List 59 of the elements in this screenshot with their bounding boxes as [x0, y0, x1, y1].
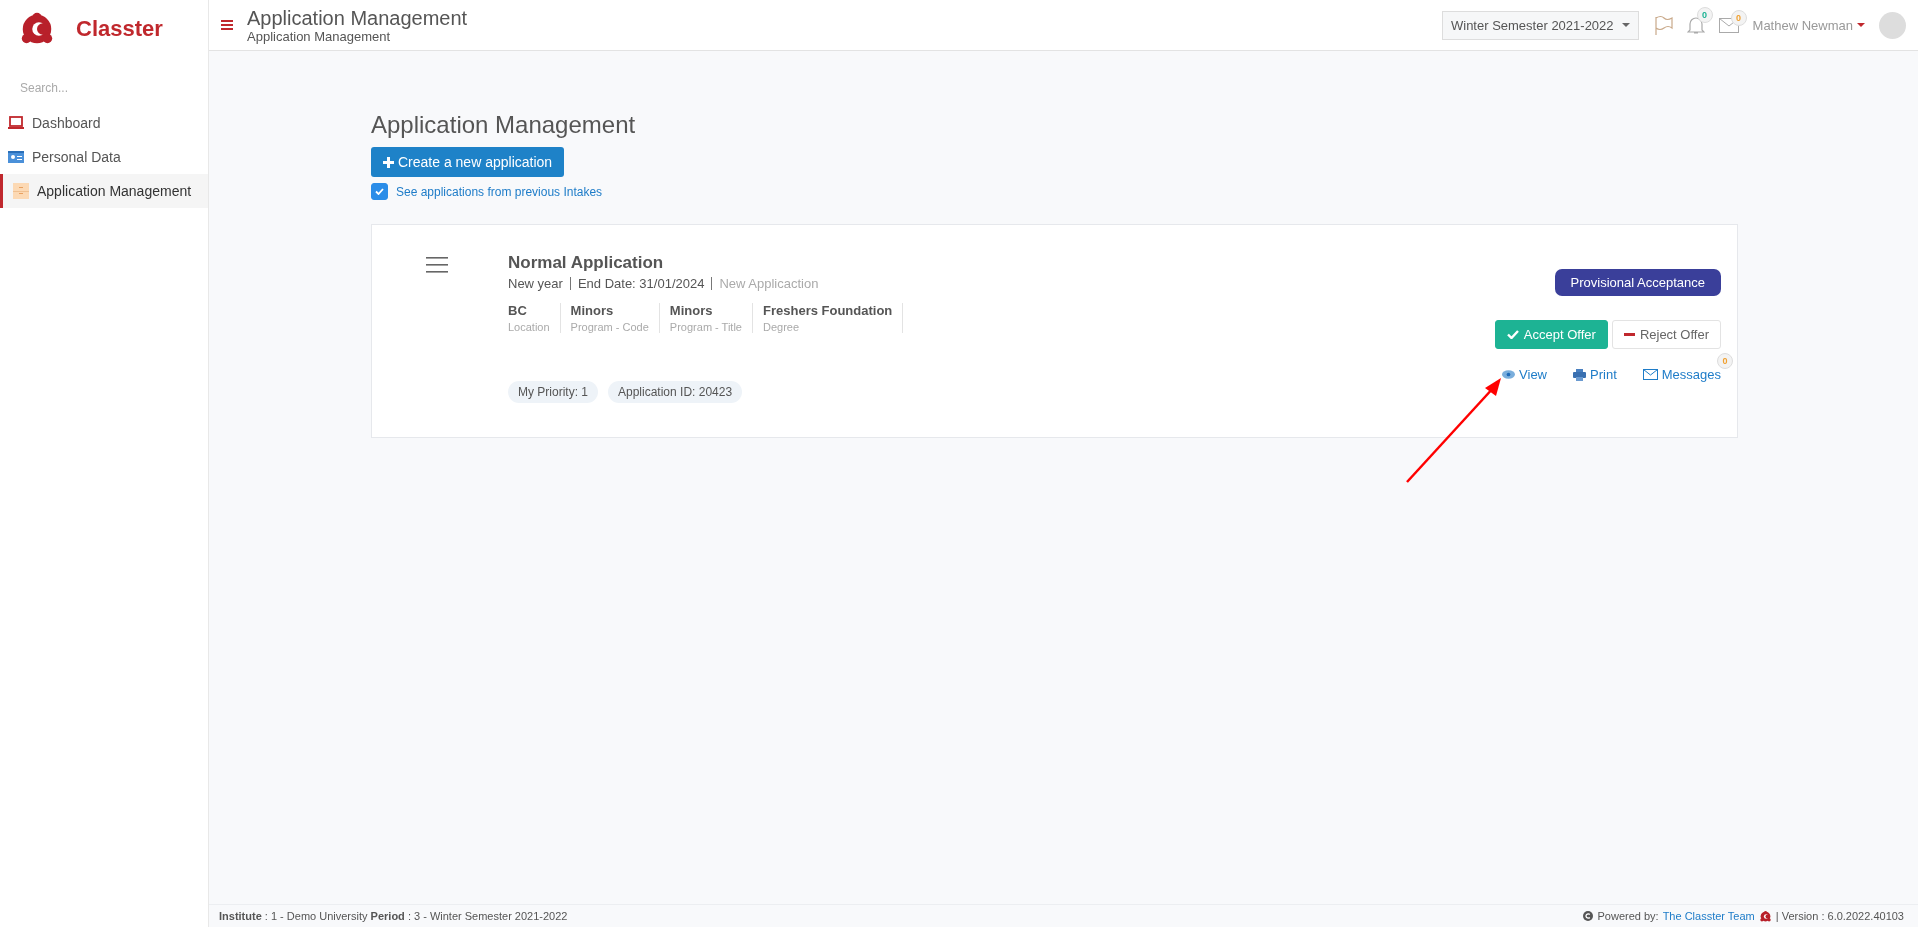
- print-link[interactable]: Print: [1573, 367, 1617, 382]
- drawer-icon: [13, 183, 29, 199]
- menu-icon[interactable]: [221, 20, 233, 30]
- breadcrumb: Application Management: [247, 28, 391, 44]
- field-label: Location: [508, 321, 550, 333]
- view-link[interactable]: View: [1502, 367, 1547, 382]
- checkbox-label[interactable]: See applications from previous Intakes: [396, 184, 603, 199]
- field-label: Degree: [763, 321, 801, 333]
- field-value: Minors: [570, 303, 615, 318]
- page-title: Application Management: [371, 111, 637, 139]
- envelope-icon[interactable]: [1718, 17, 1739, 33]
- field-value: BC: [508, 303, 528, 318]
- sidebar-item[interactable]: Application Management: [0, 174, 208, 208]
- checkbox[interactable]: [371, 183, 388, 200]
- laptop-icon: [8, 116, 24, 130]
- sidebar-item[interactable]: Personal Data: [0, 140, 208, 174]
- envelope-icon: [1642, 369, 1658, 380]
- avatar[interactable]: [1879, 11, 1906, 39]
- team-link[interactable]: The Classter Team: [1662, 910, 1755, 922]
- check-icon: [1506, 330, 1519, 339]
- create-application-button[interactable]: Create a new application: [371, 147, 565, 177]
- messages-link[interactable]: Messages: [1642, 367, 1721, 382]
- menu-icon[interactable]: [426, 257, 448, 273]
- flag-icon[interactable]: [1652, 15, 1673, 35]
- check-icon: [375, 188, 384, 195]
- intake-year: New year: [508, 276, 563, 291]
- application-state: New Applicaction: [719, 276, 819, 291]
- caret-icon: [1621, 23, 1630, 27]
- field-label: Program - Title: [669, 321, 742, 333]
- user-menu[interactable]: Mathew Newman: [1752, 17, 1865, 33]
- id-card-icon: [8, 151, 24, 163]
- caret-icon: [1857, 23, 1865, 27]
- reject-offer-button[interactable]: Reject Offer: [1611, 320, 1721, 349]
- eye-icon: [1502, 370, 1516, 379]
- sidebar-item[interactable]: Dashboard: [0, 106, 208, 140]
- application-title: Normal Application: [508, 253, 665, 273]
- version-info: | Version : 6.0.2022.40103: [1775, 910, 1904, 922]
- field-label: Program - Code: [570, 321, 649, 333]
- message-count: 0: [1717, 353, 1733, 369]
- search-field[interactable]: Search...: [18, 80, 172, 96]
- field-value: Freshers Foundation: [763, 303, 893, 318]
- end-date: End Date: 31/01/2024: [577, 276, 705, 291]
- plus-icon: [383, 156, 394, 168]
- field-value: Minors: [669, 303, 714, 318]
- notification-count: 0: [1696, 7, 1713, 23]
- info-tag: My Priority: 1: [508, 381, 598, 403]
- info-tag: Application ID: 20423: [608, 381, 743, 403]
- period-select[interactable]: Winter Semester 2021-2022: [1441, 10, 1639, 40]
- powered-by-label: Powered by:: [1597, 910, 1659, 922]
- copyright-icon: [1583, 911, 1594, 921]
- printer-icon: [1573, 368, 1586, 381]
- accept-offer-button[interactable]: Accept Offer: [1494, 320, 1608, 349]
- message-count: 0: [1730, 9, 1747, 26]
- logo-icon: [1758, 909, 1772, 923]
- status-badge: Provisional Acceptance: [1554, 269, 1721, 296]
- header-title: Application Management: [247, 6, 469, 29]
- brand-name: Classter: [76, 16, 163, 42]
- minus-icon: [1623, 333, 1635, 336]
- institute-period-info: Institute : 1 - Demo University Period : 3 - Winter Semester 2021-2022: [219, 910, 568, 922]
